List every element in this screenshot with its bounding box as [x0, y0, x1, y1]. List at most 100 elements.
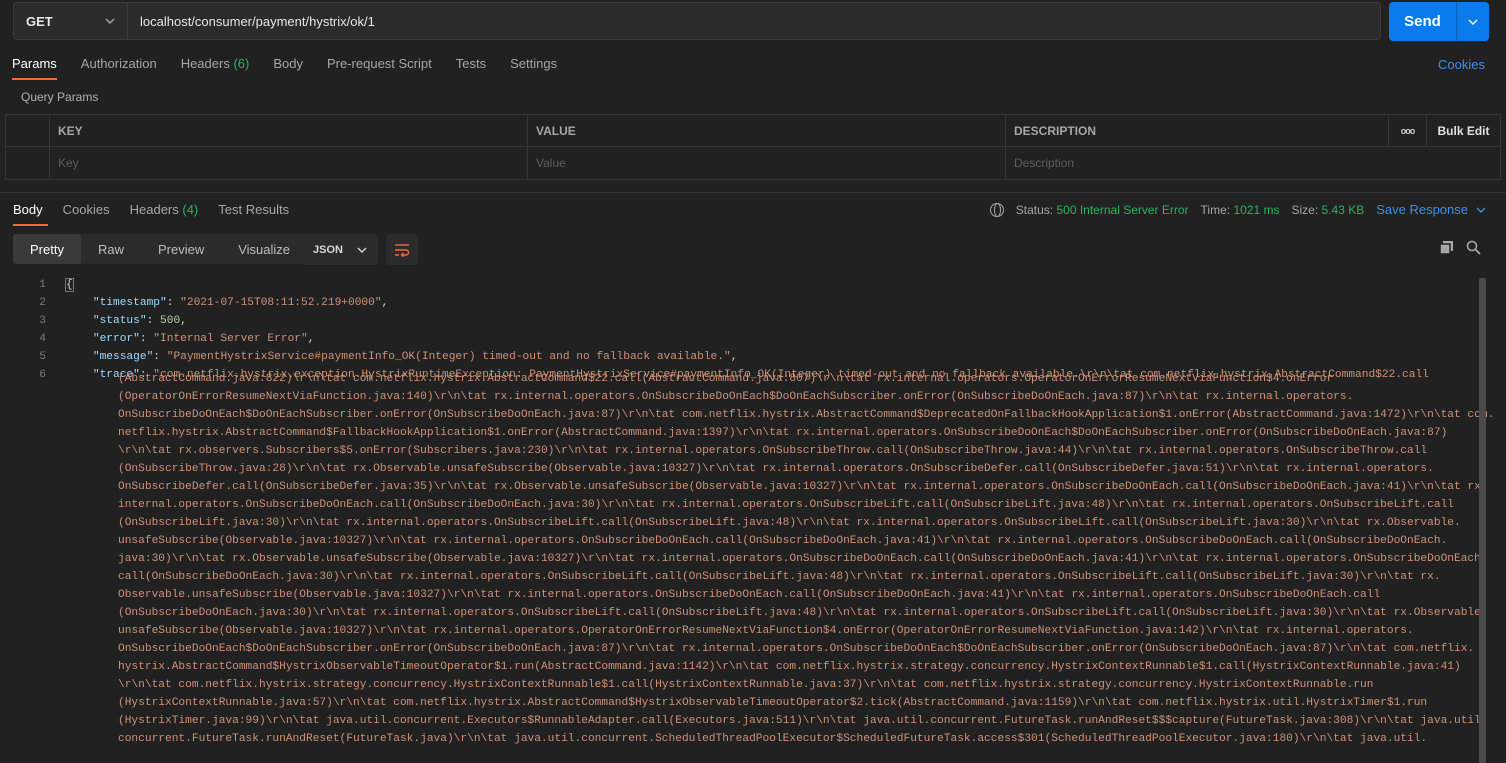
tab-label: Cookies — [62, 202, 110, 217]
key-input[interactable]: Key — [50, 147, 528, 179]
trace-line: hystrix.AbstractCommand$HystrixObservabl… — [118, 661, 1461, 673]
response-tabs: Body Cookies Headers (4) Test Results — [0, 196, 296, 226]
pane-divider[interactable] — [0, 192, 1506, 193]
send-label[interactable]: Send — [1389, 2, 1457, 41]
tab-response-body[interactable]: Body — [0, 196, 50, 226]
tab-label: Test Results — [218, 202, 290, 217]
trace-line: netflix.hystrix.AbstractCommand$Fallback… — [118, 427, 1448, 439]
send-dropdown[interactable] — [1457, 2, 1489, 41]
code-line: 2 "timestamp": "2021-07-15T08:11:52.219+… — [0, 294, 1478, 312]
trace-line: \r\n\tat com.netflix.hystrix.strategy.co… — [118, 679, 1374, 691]
tab-authorization[interactable]: Authorization — [69, 50, 169, 80]
description-input[interactable]: Description — [1006, 147, 1500, 179]
status-value[interactable]: 500 Internal Server Error — [1056, 203, 1188, 217]
tab-test-results[interactable]: Test Results — [205, 196, 296, 226]
trace-line: Observable.unsafeSubscribe(Observable.ja… — [118, 589, 1381, 601]
request-url-bar: GET — [13, 2, 1381, 40]
tab-response-cookies[interactable]: Cookies — [50, 196, 117, 226]
send-button[interactable]: Send — [1389, 2, 1489, 41]
code-text: "status": 500, — [92, 315, 187, 327]
code-line: 5 "message": "PaymentHystrixService#paym… — [0, 348, 1478, 366]
code-line: 3 "status": 500, — [0, 312, 1478, 330]
tab-response-headers[interactable]: Headers (4) — [117, 196, 206, 226]
tab-body[interactable]: Body — [261, 50, 315, 80]
view-raw-button[interactable]: Raw — [81, 234, 141, 264]
tab-label: Headers — [180, 56, 230, 71]
trace-line: \r\n\tat rx.observers.Subscribers$5.onEr… — [118, 445, 1428, 457]
headers-count-badge: (4) — [182, 202, 199, 217]
cookies-link[interactable]: Cookies — [1438, 57, 1485, 72]
tab-label: Authorization — [80, 56, 157, 71]
tab-pre-request-script[interactable]: Pre-request Script — [315, 50, 444, 80]
trace-line: (OperatorOnErrorResumeNextViaFunction.ja… — [118, 391, 1354, 403]
tab-headers[interactable]: Headers (6) — [169, 50, 262, 80]
status-label: Status: — [1015, 202, 1054, 217]
copy-icon[interactable] — [1439, 240, 1454, 255]
url-input[interactable] — [128, 2, 1381, 40]
description-column-header: DESCRIPTION — [1006, 115, 1389, 146]
tab-label: Body — [13, 202, 43, 217]
tab-label: Headers — [129, 202, 179, 217]
json-number: 500 — [160, 315, 181, 327]
view-pretty-button[interactable]: Pretty — [13, 234, 81, 264]
tab-tests[interactable]: Tests — [444, 50, 498, 80]
bulk-edit-button[interactable]: Bulk Edit — [1427, 115, 1500, 146]
method-label: GET — [26, 13, 53, 29]
tab-params[interactable]: Params — [0, 50, 69, 80]
code-text: { — [46, 276, 74, 294]
time-label: Time: — [1200, 202, 1231, 217]
table-row: Key Value Description — [6, 147, 1500, 179]
json-key: "message" — [92, 351, 154, 363]
trace-line: java:30)\r\n\tat rx.Observable.unsafeSub… — [118, 553, 1488, 565]
json-string: "2021-07-15T08:11:52.219+0000" — [180, 297, 382, 309]
trace-line: call(OnSubscribeDoOnEach.java:30)\r\n\ta… — [118, 571, 1441, 583]
json-string: "PaymentHystrixService#paymentInfo_OK(In… — [166, 351, 731, 363]
time-value[interactable]: 1021 ms — [1233, 203, 1279, 217]
tab-settings[interactable]: Settings — [498, 50, 569, 80]
response-meta: Status: 500 Internal Server Error Time: … — [989, 202, 1486, 217]
search-icon[interactable] — [1466, 240, 1481, 255]
code-text: "error": "Internal Server Error", — [92, 333, 315, 345]
chevron-down-icon[interactable] — [1476, 207, 1486, 213]
trace-line: (OnSubscribeDoOnEach.java:30)\r\n\tat rx… — [118, 607, 1488, 619]
size-value[interactable]: 5.43 KB — [1322, 203, 1365, 217]
value-column-header: VALUE — [528, 115, 1006, 146]
chevron-down-icon — [1468, 19, 1478, 25]
globe-icon[interactable] — [989, 202, 1004, 217]
more-options-button[interactable]: ooo — [1389, 115, 1427, 146]
view-visualize-button[interactable]: Visualize — [221, 234, 307, 264]
vertical-scrollbar[interactable] — [1478, 276, 1488, 763]
wrap-lines-icon — [395, 243, 410, 257]
format-select[interactable]: JSON — [302, 234, 378, 265]
json-brace: { — [65, 278, 74, 292]
method-select[interactable]: GET — [13, 2, 128, 40]
trace-line: concurrent.FutureTask.runAndReset(Future… — [118, 733, 1428, 745]
save-response-button[interactable]: Save Response — [1376, 202, 1468, 217]
value-input[interactable]: Value — [528, 147, 1006, 179]
view-mode-group: Pretty Raw Preview Visualize — [13, 234, 308, 264]
row-checkbox[interactable] — [6, 147, 50, 179]
tab-label: Pre-request Script — [326, 56, 432, 71]
more-icon: ooo — [1400, 125, 1415, 136]
scrollbar-thumb[interactable] — [1479, 278, 1486, 763]
code-text: "message": "PaymentHystrixService#paymen… — [92, 351, 738, 363]
json-key: "status" — [92, 315, 147, 327]
trace-line: (OnSubscribeThrow.java:28)\r\n\tat rx.Ob… — [118, 463, 1434, 475]
line-number: 3 — [39, 315, 46, 327]
wrap-lines-button[interactable] — [386, 234, 418, 265]
line-number: 4 — [39, 333, 46, 345]
trace-line: internal.operators.OnSubscribeDoOnEach.c… — [118, 499, 1455, 511]
line-number: 2 — [39, 297, 46, 309]
response-actions — [1439, 240, 1481, 255]
code-text: "timestamp": "2021-07-15T08:11:52.219+00… — [92, 297, 389, 309]
trace-line: (HystrixTimer.java:99)\r\n\tat java.util… — [118, 715, 1488, 727]
key-column-header: KEY — [50, 115, 528, 146]
chevron-down-icon — [357, 247, 367, 253]
tab-label: Body — [273, 56, 303, 71]
line-number: 5 — [39, 351, 46, 363]
view-preview-button[interactable]: Preview — [141, 234, 221, 264]
format-label: JSON — [313, 243, 343, 256]
size-label: Size: — [1291, 202, 1319, 217]
trace-line: (OnSubscribeLift.java:30)\r\n\tat rx.int… — [118, 517, 1461, 529]
json-key: "timestamp" — [92, 297, 167, 309]
